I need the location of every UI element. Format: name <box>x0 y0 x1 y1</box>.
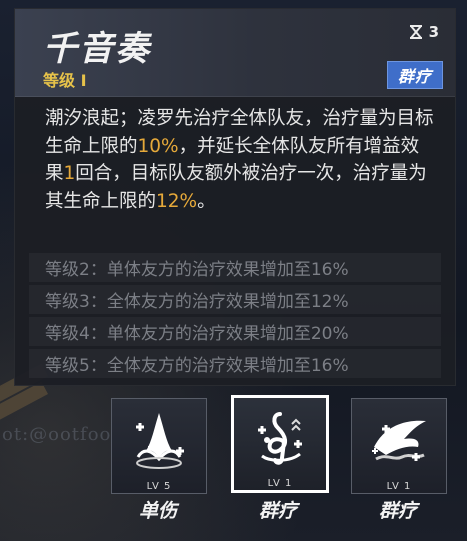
skill-card-single-damage[interactable]: LV 5 <box>111 398 207 494</box>
skill-card-level: LV 1 <box>267 478 293 489</box>
skill-cost-value: 3 <box>428 23 439 41</box>
skill-header: 千音奏 等级 Ⅰ 3 群疗 <box>15 9 455 97</box>
skill-detail-panel: 千音奏 等级 Ⅰ 3 群疗 潮汐浪起；凌罗先治疗全体队友，治疗量为目标生命上限的… <box>14 8 456 386</box>
skill-title: 千音奏 <box>43 29 151 69</box>
skill-card-label: 群疗 <box>378 500 417 522</box>
description-value: 10% <box>137 135 179 157</box>
skill-card-level: LV 5 <box>146 481 172 492</box>
level-upgrade-row: 等级3：全体友方的治疗效果增加至12% <box>29 285 441 314</box>
hourglass-icon <box>409 25 422 39</box>
skill-card-group-heal[interactable]: LV 1 <box>351 398 447 494</box>
skill-description: 潮汐浪起；凌罗先治疗全体队友，治疗量为目标生命上限的10%，并延长全体队友所有增… <box>45 105 435 215</box>
splash-heal-icon <box>136 413 184 469</box>
level-upgrade-row: 等级2：单体友方的治疗效果增加至16% <box>29 253 441 282</box>
description-text: 回合，目标队友额外被治疗一次，治疗量为其生命上限的 <box>45 163 427 212</box>
level-upgrade-row: 等级4：单体友方的治疗效果增加至20% <box>29 317 441 346</box>
skill-level-label: 等级 Ⅰ <box>43 71 87 90</box>
skill-card-row: LV 5 LV 1 LV 1 <box>111 395 447 494</box>
skill-cost: 3 <box>408 23 439 41</box>
description-text: 。 <box>197 190 216 212</box>
skill-card-label: 单伤 <box>138 500 177 522</box>
skill-card-group-heal-selected[interactable]: LV 1 <box>231 395 329 493</box>
skill-type-tag: 群疗 <box>387 61 443 89</box>
wave-heal-icon <box>372 420 426 461</box>
description-value: 1 <box>63 163 76 184</box>
level-upgrade-list: 等级2：单体友方的治疗效果增加至16% 等级3：全体友方的治疗效果增加至12% … <box>29 253 441 381</box>
music-note-heal-icon <box>258 412 302 465</box>
background-text: ot:@ootfoot <box>2 424 120 445</box>
description-value: 12% <box>156 190 198 212</box>
skill-card-level: LV 1 <box>386 481 412 492</box>
skill-card-label: 群疗 <box>258 500 297 522</box>
level-upgrade-row: 等级5：全体友方的治疗效果增加至16% <box>29 349 441 378</box>
